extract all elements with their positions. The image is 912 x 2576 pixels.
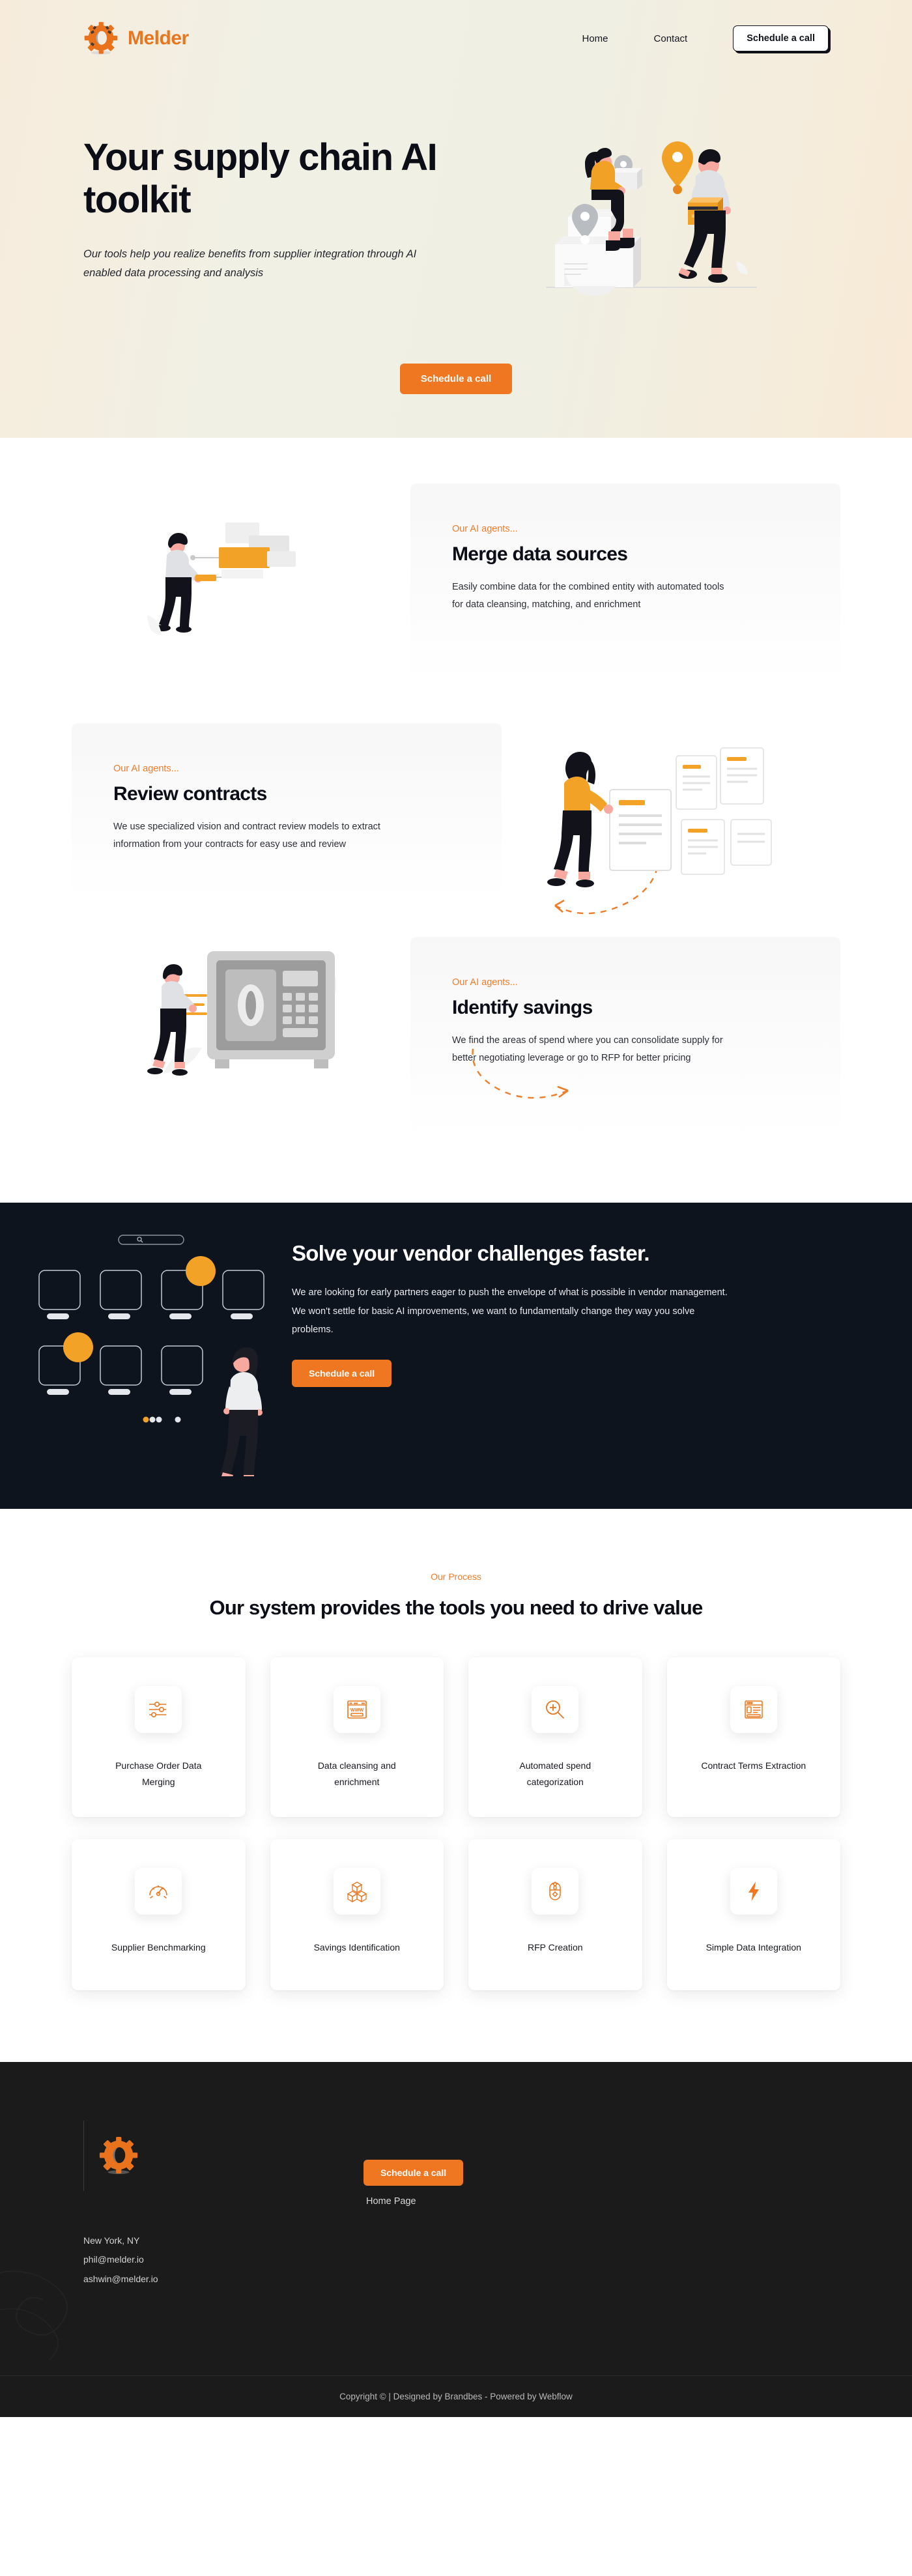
process-title: Our system provides the tools you need t… <box>209 1596 704 1619</box>
icon-container <box>333 1868 380 1915</box>
process-card-label: Supplier Benchmarking <box>111 1942 206 1953</box>
copyright-text: Copyright © | Designed by Brandbes - Pow… <box>339 2392 573 2401</box>
footer-home-link[interactable]: Home Page <box>363 2196 463 2207</box>
icon-container <box>135 1686 182 1733</box>
icon-container <box>532 1868 579 1915</box>
footer-content: New York, NY phil@melder.io ashwin@melde… <box>0 2062 912 2289</box>
footer-address: New York, NY phil@melder.io ashwin@melde… <box>83 2231 363 2289</box>
sliders-icon <box>149 1702 167 1717</box>
feature-row-merge: Our AI agents... Merge data sources Easi… <box>72 483 840 685</box>
copyright-bar: Copyright © | Designed by Brandbes - Pow… <box>0 2375 912 2417</box>
icon-container: WWW <box>333 1686 380 1733</box>
process-card-rfp-creation[interactable]: RFP Creation <box>468 1839 642 1990</box>
process-card-label: Purchase Order Data Merging <box>115 1760 202 1787</box>
nav-schedule-call-button[interactable]: Schedule a call <box>733 25 829 51</box>
icon-container <box>135 1868 182 1915</box>
hero-section: Melder Home Contact Schedule a call Your… <box>0 0 912 438</box>
hero-title: Your supply chain AI toolkit <box>83 136 438 221</box>
feature-eyebrow: Our AI agents... <box>113 764 179 774</box>
dark-cta-body: We are looking for early partners eager … <box>292 1287 728 1335</box>
footer-schedule-call-button[interactable]: Schedule a call <box>363 2160 464 2186</box>
footer-left-column: New York, NY phil@melder.io ashwin@melde… <box>83 2121 363 2289</box>
process-card-grid: Purchase Order Data Merging WWW Data cle… <box>72 1657 840 1990</box>
gear-icon <box>99 2136 138 2175</box>
nav-link-home[interactable]: Home <box>582 33 608 44</box>
feature-card-contracts: Our AI agents... Review contracts We use… <box>72 723 502 899</box>
process-card-label: Data cleansing and enrichment <box>317 1760 396 1787</box>
nav-links: Home Contact Schedule a call <box>582 25 829 51</box>
brand-logo[interactable]: Melder <box>83 21 189 56</box>
process-eyebrow: Our Process <box>431 1571 481 1582</box>
dark-cta-title: Solve your vendor challenges faster. <box>292 1241 650 1265</box>
process-card-label: Simple Data Integration <box>705 1942 801 1953</box>
hero-subtitle: Our tools help you realize benefits from… <box>83 248 417 279</box>
process-card-savings-identification[interactable]: Savings Identification <box>270 1839 444 1990</box>
footer-email-ashwin[interactable]: ashwin@melder.io <box>83 2270 363 2289</box>
hero-cta-wrapper: Schedule a call <box>0 364 912 394</box>
process-section: Our Process Our system provides the tool… <box>0 1509 912 2062</box>
dark-cta-section: Solve your vendor challenges faster. We … <box>0 1203 912 1509</box>
feature-title: Identify savings <box>452 997 593 1018</box>
icon-container <box>730 1686 777 1733</box>
process-card-label: Contract Terms Extraction <box>701 1760 806 1771</box>
svg-text:WWW: WWW <box>350 1707 364 1713</box>
feature-body: We use specialized vision and contract r… <box>113 822 380 850</box>
process-card-data-cleansing[interactable]: WWW Data cleansing and enrichment <box>270 1657 444 1817</box>
hero-schedule-call-button[interactable]: Schedule a call <box>399 364 513 394</box>
feature-row-savings: Our AI agents... Identify savings We fin… <box>72 937 840 1139</box>
feature-illustration-merge <box>143 517 339 644</box>
icon-container <box>730 1868 777 1915</box>
process-card-contract-terms-extraction[interactable]: Contract Terms Extraction <box>666 1657 840 1817</box>
footer-address-line: New York, NY <box>83 2235 140 2246</box>
process-card-supplier-benchmarking[interactable]: Supplier Benchmarking <box>72 1839 246 1990</box>
gear-icon <box>84 21 118 55</box>
features-section: Our AI agents... Merge data sources Easi… <box>0 438 912 1203</box>
feature-eyebrow: Our AI agents... <box>452 524 518 534</box>
dashed-arrow-icon <box>472 1042 569 1099</box>
process-card-simple-data-integration[interactable]: Simple Data Integration <box>666 1839 840 1990</box>
dark-schedule-call-button[interactable]: Schedule a call <box>292 1360 392 1388</box>
process-card-label: Savings Identification <box>313 1942 400 1953</box>
process-card-purchase-order-merging[interactable]: Purchase Order Data Merging <box>72 1657 246 1817</box>
stacked-cubes-icon <box>347 1882 367 1903</box>
nav-link-contact[interactable]: Contact <box>654 33 688 44</box>
feature-eyebrow: Our AI agents... <box>452 977 518 988</box>
feature-title: Merge data sources <box>452 543 628 565</box>
process-card-label: Automated spend categorization <box>519 1760 591 1787</box>
browser-www-icon: WWW <box>347 1700 367 1719</box>
icon-container <box>532 1686 579 1733</box>
footer-email-phil[interactable]: phil@melder.io <box>83 2250 363 2269</box>
feature-row-contracts: Our AI agents... Review contracts We use… <box>72 723 840 915</box>
hero-illustration <box>541 134 762 306</box>
mouse-icon <box>549 1881 561 1900</box>
document-layout-icon <box>745 1700 763 1719</box>
feature-body: Easily combine data for the combined ent… <box>452 582 724 610</box>
brand-name: Melder <box>128 27 189 49</box>
feature-title: Review contracts <box>113 783 267 805</box>
process-card-spend-categorization[interactable]: Automated spend categorization <box>468 1657 642 1817</box>
feature-illustration-contracts <box>528 736 801 928</box>
process-card-label: RFP Creation <box>527 1942 583 1953</box>
footer-right-column: Schedule a call Home Page <box>363 2121 464 2289</box>
feature-illustration-savings <box>143 937 365 1109</box>
dark-cta-copy: Solve your vendor challenges faster. We … <box>292 1240 748 1388</box>
footer-logo-wrapper <box>83 2121 363 2191</box>
site-footer: New York, NY phil@melder.io ashwin@melde… <box>0 2062 912 2417</box>
speedometer-icon <box>149 1885 168 1898</box>
magnifier-plus-icon <box>546 1700 565 1719</box>
dark-cta-illustration <box>20 1216 293 1491</box>
lightning-bolt-icon <box>748 1882 759 1901</box>
hero-copy: Your supply chain AI toolkit Our tools h… <box>83 136 507 283</box>
main-navigation: Melder Home Contact Schedule a call <box>0 0 912 77</box>
feature-card-merge: Our AI agents... Merge data sources Easi… <box>410 483 840 685</box>
